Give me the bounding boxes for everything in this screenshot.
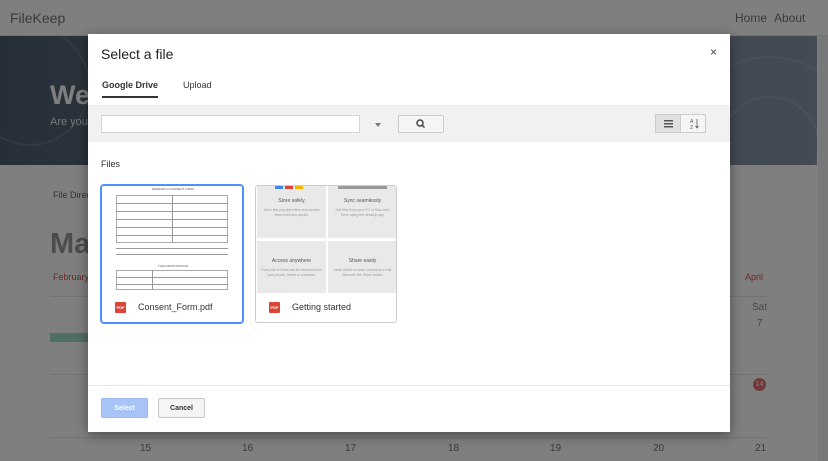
sort-button[interactable]: A Z bbox=[680, 114, 706, 133]
file-thumbnail: Store safely Drive lets you store files … bbox=[256, 186, 396, 293]
sort-az-icon: A Z bbox=[690, 119, 699, 131]
select-button[interactable]: Select bbox=[101, 398, 148, 418]
svg-text:Z: Z bbox=[690, 125, 693, 131]
thumbnail-text: Invite others to view, comment or edit f… bbox=[333, 268, 392, 277]
file-name: Consent_Form.pdf bbox=[138, 302, 213, 312]
thumbnail-text: THIS PARTICIPATION bbox=[158, 264, 188, 268]
chevron-down-icon[interactable] bbox=[375, 123, 381, 127]
thumbnail-text: Every file in Drive can be reached from … bbox=[261, 268, 322, 277]
files-heading: Files bbox=[101, 159, 121, 169]
file-card-getting-started[interactable]: Store safely Drive lets you store files … bbox=[255, 185, 397, 323]
search-input[interactable] bbox=[101, 115, 360, 133]
thumbnail-text: Access anywhere bbox=[271, 258, 312, 264]
file-card-consent-form[interactable]: RESEARCH CONSENT FORM THIS PARTICIPATION… bbox=[101, 185, 243, 323]
thumbnail-text: Get files from your PC or Mac onto Drive… bbox=[335, 208, 390, 217]
dialog-title: Select a file bbox=[101, 46, 174, 62]
close-icon[interactable]: × bbox=[710, 45, 717, 59]
thumbnail-text: Drive lets you store files and access th… bbox=[263, 208, 320, 217]
cancel-button[interactable]: Cancel bbox=[158, 398, 205, 418]
thumbnail-text: Store safely bbox=[278, 198, 305, 204]
tab-upload[interactable]: Upload bbox=[183, 80, 212, 96]
tab-google-drive[interactable]: Google Drive bbox=[102, 80, 159, 98]
file-thumbnail: RESEARCH CONSENT FORM THIS PARTICIPATION bbox=[102, 186, 242, 293]
file-name: Getting started bbox=[292, 302, 352, 312]
pdf-file-icon: PDF bbox=[115, 302, 126, 313]
search-button[interactable] bbox=[398, 115, 444, 133]
thumbnail-text: Sync seamlessly bbox=[343, 198, 382, 204]
search-icon bbox=[416, 119, 426, 129]
file-picker-dialog: Select a file × Google Drive Upload A Z … bbox=[88, 34, 730, 432]
thumbnail-text: RESEARCH CONSENT FORM bbox=[152, 187, 194, 191]
list-view-icon bbox=[664, 120, 673, 128]
list-view-button[interactable] bbox=[655, 114, 681, 133]
thumbnail-text: Share easily bbox=[348, 258, 377, 264]
pdf-file-icon: PDF bbox=[269, 302, 280, 313]
